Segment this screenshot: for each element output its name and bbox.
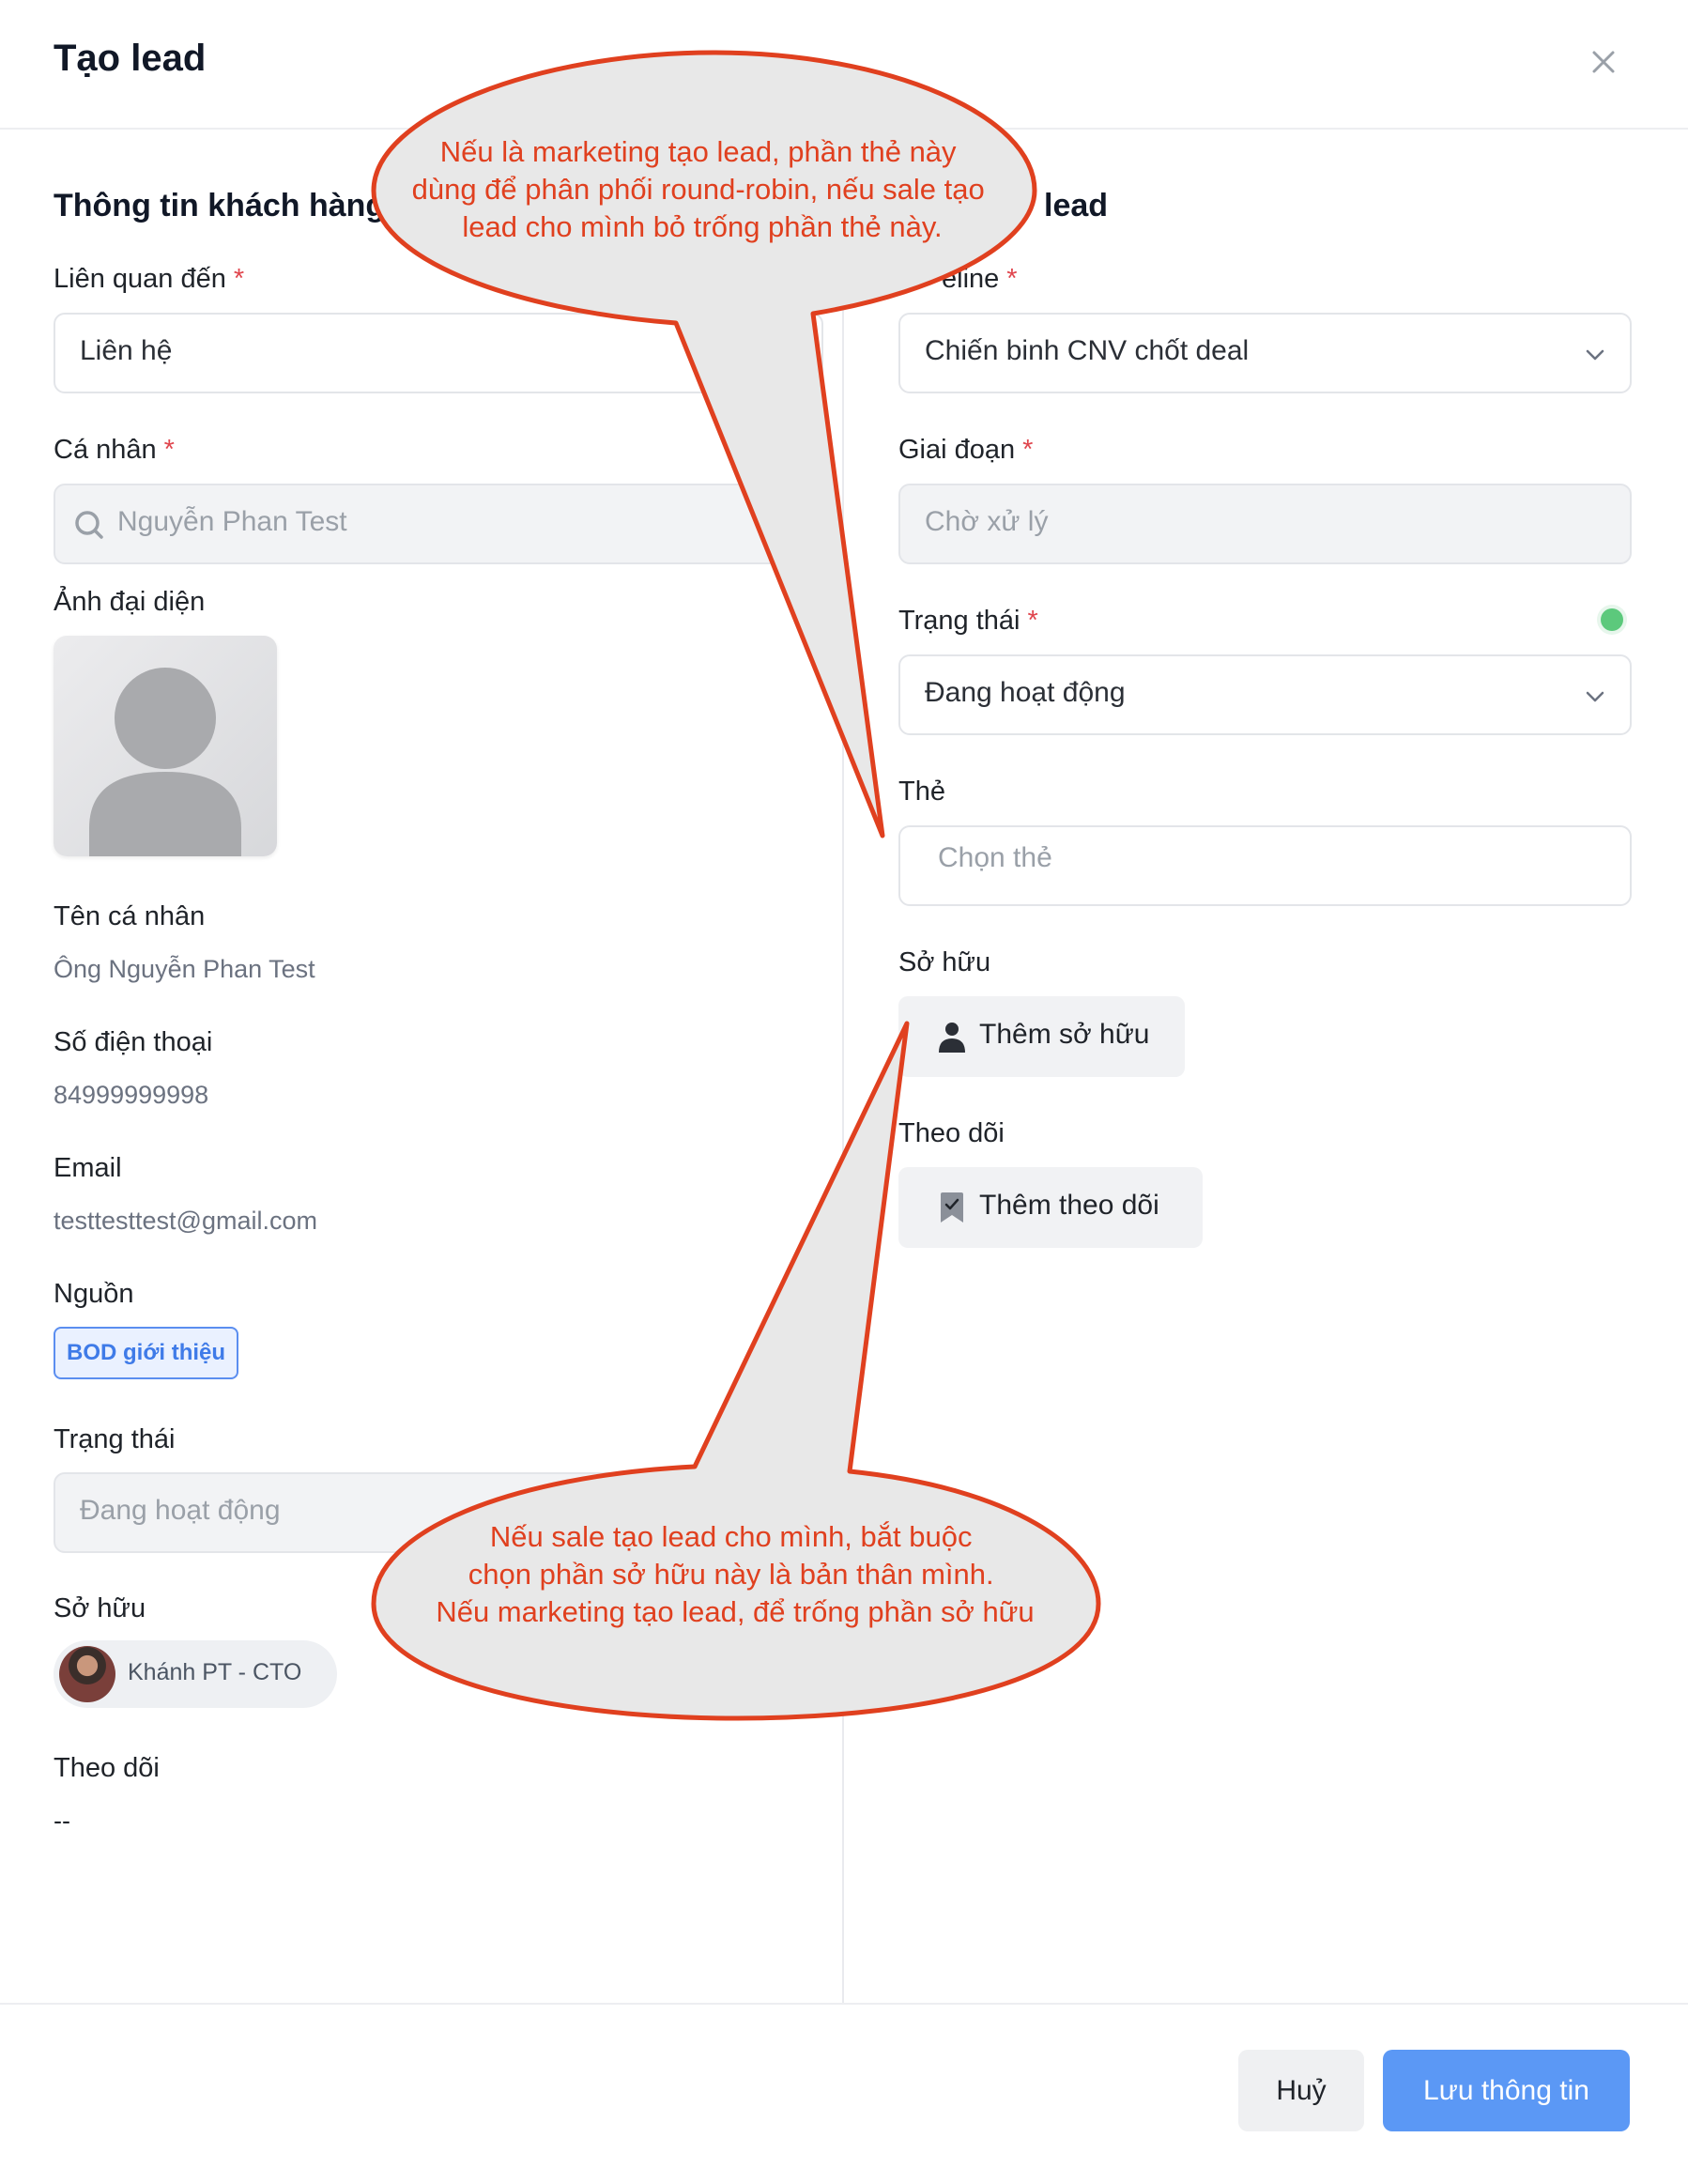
avatar[interactable]	[54, 636, 277, 856]
required-star: *	[163, 435, 175, 465]
right-status-select[interactable]: Đang hoạt động	[898, 654, 1632, 735]
avatar-label: Ảnh đại diện	[54, 587, 206, 617]
close-icon	[1592, 51, 1615, 73]
customer-info-title: Thông tin khách hàng	[54, 188, 386, 223]
right-status-label: Trạng thái *	[898, 606, 1038, 636]
owner-name: Khánh PT - CTO	[128, 1659, 302, 1685]
stage-label: Giai đoạn *	[898, 435, 1034, 465]
save-button[interactable]: Lưu thông tin	[1383, 2050, 1630, 2131]
footer-divider	[0, 2003, 1688, 2005]
add-follower-button[interactable]: Thêm theo dõi	[898, 1167, 1203, 1248]
required-star: *	[233, 264, 245, 294]
modal-title: Tạo lead	[54, 38, 207, 79]
column-divider	[842, 130, 844, 2003]
tag-select[interactable]: Chọn thẻ	[898, 825, 1632, 906]
right-status-value: Đang hoạt động	[925, 677, 1126, 708]
related-field[interactable]: Liên hệ	[54, 313, 823, 393]
create-lead-modal: Tạo lead Thông tin khách hàng Liên quan …	[0, 0, 1688, 2184]
left-status-field: Đang hoạt động	[54, 1472, 823, 1553]
left-status-value: Đang hoạt động	[80, 1495, 281, 1526]
pipeline-select[interactable]: Chiến binh CNV chốt deal	[898, 313, 1632, 393]
required-star: *	[1022, 435, 1034, 465]
right-follow-label: Theo dõi	[898, 1118, 1005, 1148]
phone-label: Số điện thoại	[54, 1027, 213, 1057]
lead-info-title: lead	[1044, 188, 1109, 223]
stage-value: Chờ xử lý	[925, 506, 1049, 537]
left-owner-label: Sở hữu	[54, 1593, 146, 1623]
owner-chip[interactable]: Khánh PT - CTO	[54, 1640, 337, 1708]
tag-label: Thẻ	[898, 777, 945, 807]
name-label: Tên cá nhân	[54, 901, 206, 931]
bookmark-check-icon	[941, 1192, 963, 1223]
header-divider	[0, 128, 1688, 130]
search-icon	[75, 511, 103, 539]
left-status-label: Trạng thái	[54, 1424, 176, 1454]
person-icon	[939, 1023, 965, 1053]
cancel-button[interactable]: Huỷ	[1238, 2050, 1364, 2131]
status-indicator-dot	[1601, 608, 1623, 631]
pipeline-label: eline *	[942, 264, 1018, 294]
tag-placeholder: Chọn thẻ	[938, 842, 1052, 873]
pipeline-value: Chiến binh CNV chốt deal	[925, 335, 1250, 366]
add-follower-label: Thêm theo dõi	[979, 1190, 1159, 1221]
source-label: Nguồn	[54, 1279, 134, 1309]
chevron-down-icon	[1586, 691, 1604, 702]
email-value: testtesttest@gmail.com	[54, 1207, 317, 1235]
email-label: Email	[54, 1153, 122, 1183]
phone-value: 84999999998	[54, 1081, 209, 1109]
close-button[interactable]	[1587, 45, 1620, 79]
related-value: Liên hệ	[80, 335, 173, 366]
required-star: *	[1006, 264, 1018, 294]
chevron-down-icon	[1586, 349, 1604, 361]
right-owner-label: Sở hữu	[898, 947, 991, 977]
avatar-placeholder-icon	[89, 668, 241, 856]
owner-avatar	[59, 1646, 115, 1702]
person-field[interactable]: Nguyễn Phan Test	[54, 484, 823, 564]
stage-field: Chờ xử lý	[898, 484, 1632, 564]
left-follow-label: Theo dõi	[54, 1753, 160, 1783]
person-value: Nguyễn Phan Test	[117, 506, 347, 537]
add-owner-button[interactable]: Thêm sở hữu	[898, 996, 1185, 1077]
add-owner-label: Thêm sở hữu	[979, 1019, 1150, 1050]
person-label: Cá nhân *	[54, 435, 175, 465]
name-value: Ông Nguyễn Phan Test	[54, 955, 315, 983]
left-follow-value: --	[54, 1807, 70, 1835]
related-label: Liên quan đến *	[54, 264, 245, 294]
required-star: *	[1027, 606, 1038, 636]
source-badge: BOD giới thiệu	[54, 1327, 239, 1379]
